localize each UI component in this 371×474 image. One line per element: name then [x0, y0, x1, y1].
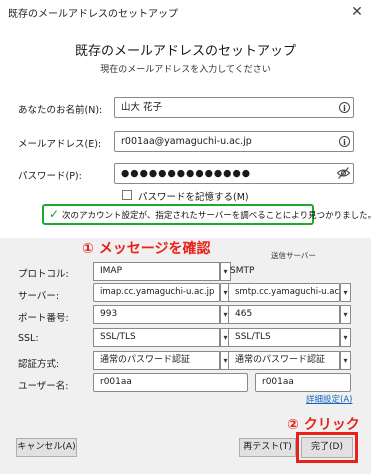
retest-button[interactable]: 再テスト(T) [239, 438, 296, 457]
protocol-label: プロトコル: [18, 269, 69, 280]
checkmark-icon: ✓ [49, 207, 60, 221]
remember-password-label: パスワードを記憶する(M) [138, 192, 249, 203]
server-label: サーバー: [18, 291, 60, 302]
outgoing-server-header: 送信サーバー [271, 251, 316, 260]
username-label: ユーザー名: [18, 381, 69, 392]
email-label: メールアドレス(E): [18, 139, 102, 150]
incoming-port-select[interactable]: 993 [93, 305, 220, 324]
incoming-protocol-select[interactable]: IMAP [93, 262, 220, 281]
remember-password-checkbox[interactable] [122, 190, 132, 200]
success-message: 次のアカウント設定が、指定されたサーバーを調べることにより見つかりました。 [62, 211, 371, 221]
eye-slash-icon[interactable] [336, 166, 351, 180]
done-button-highlight [296, 432, 358, 463]
ssl-label: SSL: [18, 333, 39, 344]
name-input[interactable]: 山大 花子 [114, 97, 354, 118]
outgoing-server-input[interactable]: smtp.cc.yamaguchi-u.ac.jp [228, 283, 340, 302]
auth-label: 認証方式: [18, 359, 60, 370]
annotation-confirm-message: ① メッセージを確認 [82, 241, 211, 257]
incoming-auth-select[interactable]: 通常のパスワード認証 [93, 351, 220, 370]
page-title: 既存のメールアドレスのセットアップ [74, 44, 296, 59]
incoming-ssl-select[interactable]: SSL/TLS [93, 328, 220, 347]
cancel-button[interactable]: キャンセル(A) [16, 438, 77, 457]
outgoing-port-select[interactable]: 465 [228, 305, 340, 324]
close-icon[interactable]: ✕ [347, 3, 367, 21]
password-label: パスワード(P): [18, 171, 82, 182]
name-label: あなたのお名前(N): [18, 105, 103, 116]
info-icon[interactable]: i [339, 136, 350, 147]
incoming-username-input[interactable]: r001aa [93, 373, 248, 392]
email-input[interactable]: r001aa@yamaguchi-u.ac.jp [114, 131, 354, 152]
password-input[interactable]: ●●●●●●●●●●●●●● [114, 163, 354, 184]
outgoing-ssl-select[interactable]: SSL/TLS [228, 328, 340, 347]
outgoing-auth-select[interactable]: 通常のパスワード認証 [228, 351, 340, 370]
info-icon[interactable]: i [339, 102, 350, 113]
chevron-down-icon[interactable]: ▾ [340, 305, 351, 324]
outgoing-protocol-value: SMTP [230, 266, 255, 276]
port-label: ポート番号: [18, 313, 69, 324]
chevron-down-icon[interactable]: ▾ [340, 283, 351, 302]
outgoing-username-input[interactable]: r001aa [255, 373, 351, 392]
page-subtitle: 現在のメールアドレスを入力してください [100, 65, 271, 75]
advanced-settings-link[interactable]: 詳細設定(A) [306, 393, 352, 405]
incoming-server-input[interactable]: imap.cc.yamaguchi-u.ac.jp [93, 283, 220, 302]
chevron-down-icon[interactable]: ▾ [340, 328, 351, 347]
chevron-down-icon[interactable]: ▾ [340, 351, 351, 370]
annotation-click: ② クリック [287, 417, 360, 433]
window-title: 既存のメールアドレスのセットアップ [8, 9, 178, 20]
